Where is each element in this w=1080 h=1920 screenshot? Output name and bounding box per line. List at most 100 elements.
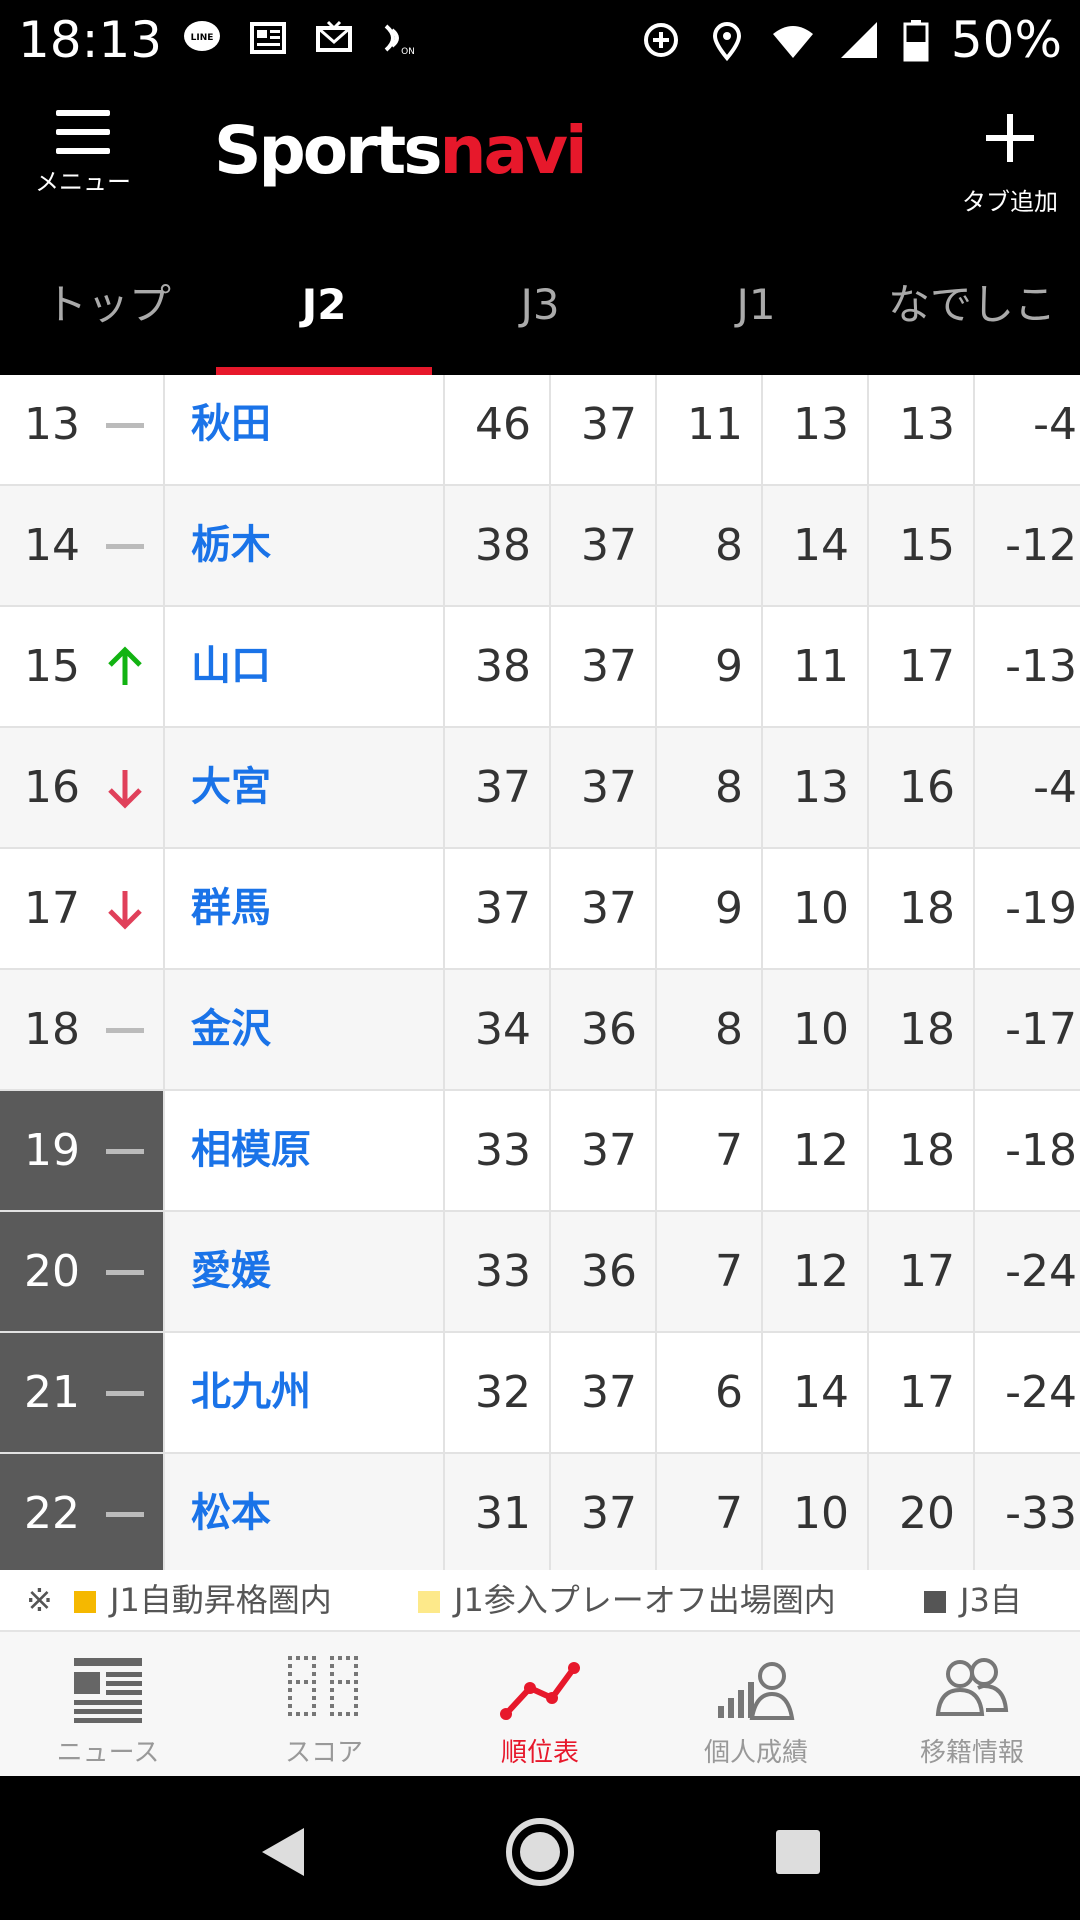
team-name-link[interactable]: 相模原 — [191, 1091, 311, 1210]
stat-cell: 37 — [551, 1454, 657, 1570]
status-bar: 18:13 LINE ON 50% — [0, 0, 1080, 80]
team-cell[interactable]: 金沢 — [165, 970, 445, 1089]
stat-cell: -24 — [1005, 1367, 1077, 1418]
team-name-link[interactable]: 北九州 — [191, 1333, 311, 1452]
rank-number: 13 — [24, 399, 80, 450]
team-cell[interactable]: 松本 — [165, 1454, 445, 1570]
table-row[interactable]: 14 栃木 38 37 8 14 15 -12 — [0, 486, 1080, 607]
back-icon[interactable] — [244, 1812, 324, 1892]
nav-player-stats[interactable]: 個人成績 — [648, 1632, 864, 1778]
no-change-icon — [106, 1149, 144, 1154]
table-row[interactable]: 22 松本 31 37 7 10 20 -33 — [0, 1454, 1080, 1570]
nav-label: スコア — [284, 1738, 363, 1768]
rank-cell: 19 — [0, 1091, 165, 1210]
bottom-nav: ニュース スコア 順位表 個人成績 移籍情報 — [0, 1630, 1080, 1776]
no-change-icon — [106, 423, 144, 428]
stat-cell: -13 — [1005, 641, 1077, 692]
stat-cell: 9 — [657, 849, 763, 968]
table-row[interactable]: 18 金沢 34 36 8 10 18 -17 — [0, 970, 1080, 1091]
stat-cell: 37 — [551, 375, 657, 484]
stat-cell: 14 — [763, 1333, 869, 1452]
table-row[interactable]: 19 相模原 33 37 7 12 18 -18 — [0, 1091, 1080, 1212]
menu-button[interactable]: メニュー — [28, 110, 138, 230]
team-cell[interactable]: 栃木 — [165, 486, 445, 605]
nav-standings[interactable]: 順位表 — [432, 1632, 648, 1778]
table-row[interactable]: 17 群馬 37 37 9 10 18 -19 — [0, 849, 1080, 970]
tab-j3[interactable]: J3 — [432, 250, 648, 375]
battery-icon — [903, 20, 929, 62]
team-cell[interactable]: 秋田 — [165, 375, 445, 484]
stat-cell: 18 — [869, 849, 975, 968]
nav-transfer[interactable]: 移籍情報 — [864, 1632, 1080, 1778]
rank-number: 22 — [24, 1488, 80, 1539]
wifi-icon — [772, 26, 813, 58]
rank-number: 17 — [24, 883, 80, 934]
add-tab-label: タブ追加 — [962, 188, 1058, 216]
rank-cell: 20 — [0, 1212, 165, 1331]
stat-cell: 10 — [763, 970, 869, 1089]
team-name-link[interactable]: 山口 — [191, 607, 271, 726]
nav-news[interactable]: ニュース — [0, 1632, 216, 1778]
legend-label: J3自 — [960, 1581, 1022, 1619]
team-name-link[interactable]: 大宮 — [191, 728, 271, 847]
menu-label: メニュー — [35, 168, 131, 196]
stat-cell: 32 — [445, 1333, 551, 1452]
stat-cell: 14 — [763, 486, 869, 605]
stat-cell: 31 — [445, 1454, 551, 1570]
recents-icon[interactable] — [758, 1812, 838, 1892]
table-row[interactable]: 21 北九州 32 37 6 14 17 -24 — [0, 1333, 1080, 1454]
team-name-link[interactable]: 松本 — [191, 1454, 271, 1570]
nav-label: 順位表 — [500, 1738, 579, 1768]
table-row[interactable]: 20 愛媛 33 36 7 12 17 -24 — [0, 1212, 1080, 1333]
news-icon — [74, 1658, 142, 1723]
team-cell[interactable]: 群馬 — [165, 849, 445, 968]
stat-cell: -12 — [1005, 520, 1077, 571]
stat-cell: 13 — [763, 375, 869, 484]
stat-cell: 33 — [445, 1212, 551, 1331]
table-row[interactable]: 13 秋田 46 37 11 13 13 -4 — [0, 375, 1080, 486]
tab-j2[interactable]: J2 — [216, 250, 432, 375]
player-stats-icon — [718, 1662, 795, 1720]
tab-nadeshiko[interactable]: なでしこ — [864, 250, 1080, 375]
stat-cell: 38 — [445, 607, 551, 726]
stat-cell: 7 — [657, 1212, 763, 1331]
team-name-link[interactable]: 金沢 — [191, 970, 271, 1089]
svg-text:LINE: LINE — [191, 33, 214, 43]
standings-table[interactable]: 13 秋田 46 37 11 13 13 -4 14 栃木 38 37 8 14 15 -12 15 山口 38 37… — [0, 375, 1080, 1570]
legend-label: J1参入プレーオフ出場圏内 — [454, 1581, 836, 1619]
stat-cell: 46 — [445, 375, 551, 484]
add-tab-button[interactable]: タブ追加 — [950, 110, 1070, 230]
table-row[interactable]: 15 山口 38 37 9 11 17 -13 — [0, 607, 1080, 728]
rank-number: 15 — [24, 641, 80, 692]
rank-number: 18 — [24, 1004, 80, 1055]
nav-score[interactable]: スコア — [216, 1632, 432, 1778]
logo-primary: Sports — [214, 112, 443, 189]
sportsnavi-logo[interactable]: Sportsnavi — [214, 112, 588, 189]
status-time: 18:13 — [18, 11, 163, 69]
legend-swatch — [418, 1591, 440, 1613]
team-name-link[interactable]: 栃木 — [191, 486, 271, 605]
team-cell[interactable]: 山口 — [165, 607, 445, 726]
line-icon: LINE — [184, 21, 220, 51]
team-name-link[interactable]: 群馬 — [191, 849, 271, 968]
tab-top[interactable]: トップ — [0, 250, 216, 375]
stat-cell: 6 — [657, 1333, 763, 1452]
team-name-link[interactable]: 愛媛 — [191, 1212, 271, 1331]
stat-cell: 8 — [657, 728, 763, 847]
stat-cell: 8 — [657, 970, 763, 1089]
home-icon[interactable] — [500, 1812, 580, 1892]
team-cell[interactable]: 大宮 — [165, 728, 445, 847]
stat-cell: -19 — [1005, 883, 1077, 934]
table-row[interactable]: 16 大宮 37 37 8 13 16 -4 — [0, 728, 1080, 849]
stat-cell: 11 — [657, 375, 763, 484]
team-cell[interactable]: 相模原 — [165, 1091, 445, 1210]
nfc-icon: ON — [384, 24, 415, 57]
stat-cell: 10 — [763, 1454, 869, 1570]
stat-cell: 37 — [445, 728, 551, 847]
team-cell[interactable]: 愛媛 — [165, 1212, 445, 1331]
team-name-link[interactable]: 秋田 — [191, 375, 271, 484]
news-icon — [250, 22, 286, 54]
team-cell[interactable]: 北九州 — [165, 1333, 445, 1452]
tab-j1[interactable]: J1 — [648, 250, 864, 375]
standings-chart-icon — [500, 1662, 580, 1720]
